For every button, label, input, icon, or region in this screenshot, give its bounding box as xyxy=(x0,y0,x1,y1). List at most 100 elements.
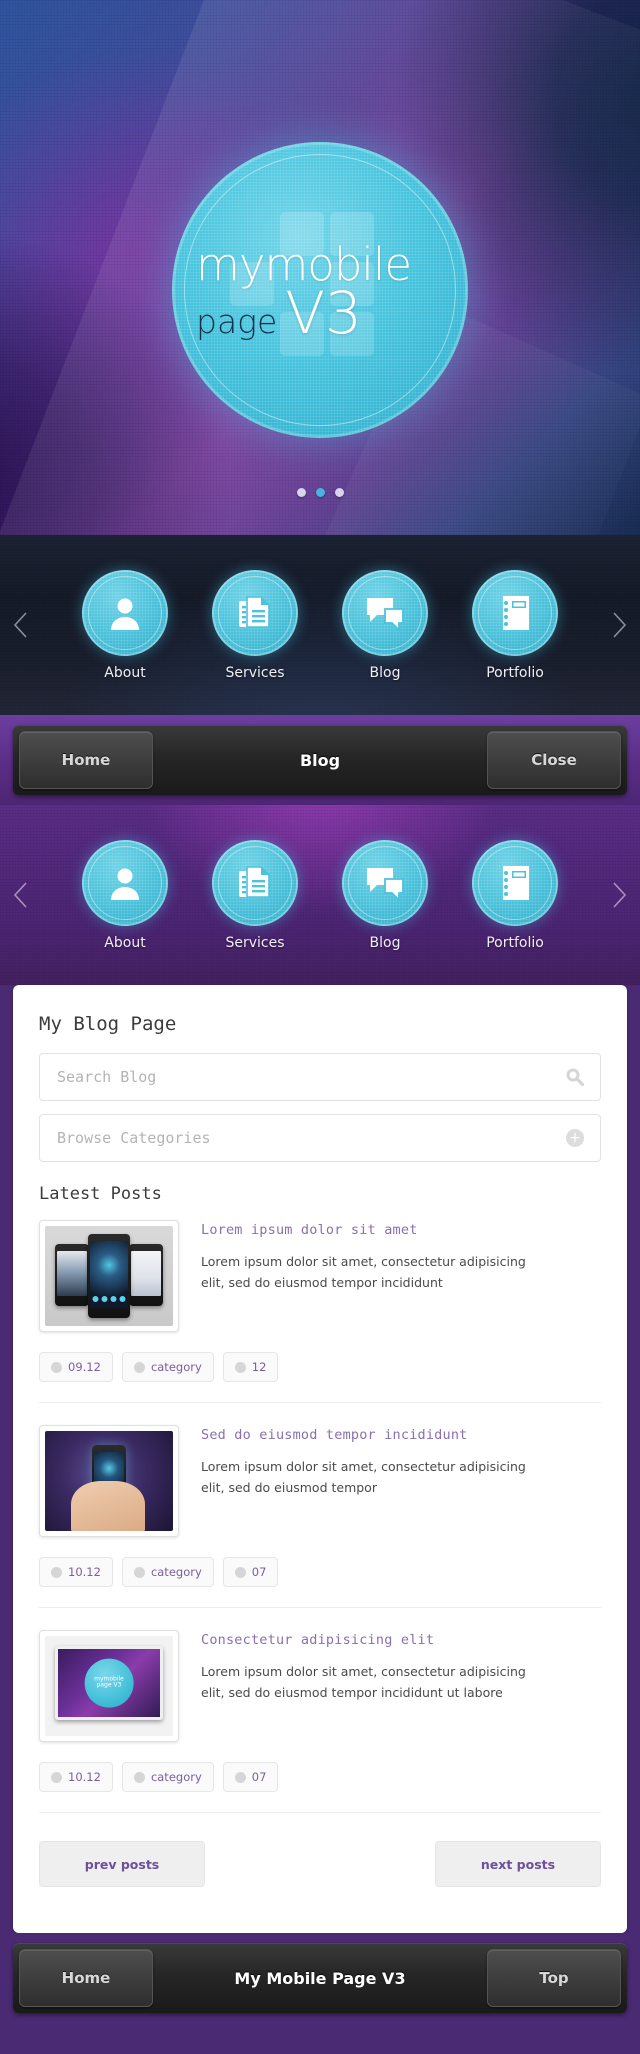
icon-nav-item-blog-2[interactable]: Blog xyxy=(336,839,434,951)
post-date: 10.12 xyxy=(68,1565,101,1579)
icon-nav-item-services[interactable]: Services xyxy=(206,569,304,681)
icon-nav-prev-arrow-2[interactable] xyxy=(6,873,36,917)
search-placeholder: Search Blog xyxy=(57,1068,157,1086)
post-divider xyxy=(39,1402,601,1403)
search-icon[interactable] xyxy=(564,1066,586,1088)
post-title[interactable]: Sed do eiusmod tempor incididunt xyxy=(201,1427,601,1443)
three-phones-image xyxy=(45,1226,173,1326)
logo-wordmark: mymobile page V3 xyxy=(172,142,468,438)
clock-icon xyxy=(51,1771,62,1783)
tablet-logo-image: mymobile page V3 xyxy=(45,1636,173,1736)
post-comments-tag[interactable]: 07 xyxy=(222,1557,279,1587)
icon-nav-items-purple: About Services Blog Portfolio xyxy=(76,839,564,951)
hero-slider[interactable]: mymobile page V3 xyxy=(0,0,640,535)
icon-nav-item-about[interactable]: About xyxy=(76,569,174,681)
slider-dot-2-active[interactable] xyxy=(315,488,325,497)
icon-nav-label: Portfolio xyxy=(486,934,544,951)
person-icon xyxy=(82,839,168,926)
bottom-navbar-title: My Mobile Page V3 xyxy=(234,1968,406,1988)
icon-nav-label: Blog xyxy=(369,664,401,681)
latest-posts-heading: Latest Posts xyxy=(39,1184,162,1204)
icon-nav-purple[interactable]: About Services Blog Portfolio xyxy=(0,805,640,985)
top-navbar: Home Blog Close xyxy=(13,725,627,795)
slider-dot-3[interactable] xyxy=(334,488,344,497)
post-thumbnail[interactable] xyxy=(39,1425,179,1537)
icon-nav-next-arrow[interactable] xyxy=(604,603,634,647)
post-category: category xyxy=(150,1360,202,1374)
post-date: 09.12 xyxy=(68,1360,101,1374)
logo-line-2: page xyxy=(196,302,278,342)
post-date: 10.12 xyxy=(68,1770,101,1784)
post-excerpt: Lorem ipsum dolor sit amet, consectetur … xyxy=(201,1254,526,1290)
plus-circle-icon[interactable]: + xyxy=(564,1127,586,1149)
icon-nav-label: About xyxy=(104,664,146,681)
comment-icon xyxy=(234,1361,246,1373)
icon-nav-label: Services xyxy=(225,934,285,951)
post-category-tag[interactable]: category xyxy=(121,1557,214,1587)
hand-holding-phone-image xyxy=(45,1431,173,1531)
top-navbar-title: Blog xyxy=(299,750,341,770)
post-body: Sed do eiusmod tempor incididunt Lorem i… xyxy=(201,1425,601,1498)
icon-nav-label: About xyxy=(104,934,146,951)
browse-categories-label: Browse Categories xyxy=(57,1129,211,1147)
post-category-tag[interactable]: category xyxy=(121,1352,214,1382)
search-input[interactable]: Search Blog xyxy=(39,1053,601,1101)
close-button[interactable]: Close xyxy=(487,731,621,789)
page-title: My Blog Page xyxy=(39,1013,177,1035)
person-icon xyxy=(82,569,168,656)
home-button-bottom[interactable]: Home xyxy=(19,1949,153,2007)
post-title[interactable]: Lorem ipsum dolor sit amet xyxy=(201,1222,601,1238)
post-comments: 12 xyxy=(251,1360,267,1374)
post-divider xyxy=(39,1607,601,1608)
post-meta-row: 10.12 category 07 xyxy=(39,1557,601,1587)
tablet-frame: mymobile page V3 xyxy=(55,1646,163,1720)
post-excerpt: Lorem ipsum dolor sit amet, consectetur … xyxy=(201,1459,526,1495)
comment-icon xyxy=(234,1771,246,1783)
icon-nav-item-portfolio-2[interactable]: Portfolio xyxy=(466,839,564,951)
post-meta-row: 10.12 category 07 xyxy=(39,1762,601,1792)
post-thumbnail[interactable]: mymobile page V3 xyxy=(39,1630,179,1742)
post-item: Lorem ipsum dolor sit amet Lorem ipsum d… xyxy=(39,1220,601,1332)
post-date-tag[interactable]: 10.12 xyxy=(39,1762,113,1792)
icon-nav-item-services-2[interactable]: Services xyxy=(206,839,304,951)
post-comments: 07 xyxy=(251,1770,267,1784)
home-button-top[interactable]: Home xyxy=(19,731,153,789)
content-wrapper: My Blog Page Search Blog Browse Categori… xyxy=(0,985,640,1933)
hero-logo-badge: mymobile page V3 xyxy=(172,142,468,438)
post-thumbnail[interactable] xyxy=(39,1220,179,1332)
top-button[interactable]: Top xyxy=(487,1949,621,2007)
chat-bubbles-icon xyxy=(342,839,428,926)
slider-dot-1[interactable] xyxy=(296,488,306,497)
icon-nav-item-about-2[interactable]: About xyxy=(76,839,174,951)
icon-nav-items-dark: About Services Blog Portfolio xyxy=(76,569,564,681)
prev-posts-button[interactable]: prev posts xyxy=(39,1841,205,1887)
icon-nav-label: Services xyxy=(225,664,285,681)
notebook-icon xyxy=(472,839,558,926)
folder-icon xyxy=(133,1566,145,1578)
icon-nav-label: Blog xyxy=(369,934,401,951)
browse-categories-select[interactable]: Browse Categories + xyxy=(39,1114,601,1162)
icon-nav-prev-arrow[interactable] xyxy=(6,603,36,647)
icon-nav-next-arrow-2[interactable] xyxy=(604,873,634,917)
icon-nav-item-portfolio[interactable]: Portfolio xyxy=(466,569,564,681)
comment-icon xyxy=(234,1566,246,1578)
slider-pagination[interactable] xyxy=(0,488,640,497)
icon-nav-dark[interactable]: About Services Blog Portfolio xyxy=(0,535,640,715)
post-body: Consectetur adipisicing elit Lorem ipsum… xyxy=(201,1630,601,1703)
post-category: category xyxy=(150,1770,202,1784)
top-bar-wrapper: Home Blog Close xyxy=(0,715,640,805)
post-category-tag[interactable]: category xyxy=(121,1762,214,1792)
folder-icon xyxy=(133,1771,145,1783)
post-excerpt: Lorem ipsum dolor sit amet, consectetur … xyxy=(201,1664,526,1700)
icon-nav-item-blog[interactable]: Blog xyxy=(336,569,434,681)
post-date-tag[interactable]: 09.12 xyxy=(39,1352,113,1382)
folder-icon xyxy=(133,1361,145,1373)
post-body: Lorem ipsum dolor sit amet Lorem ipsum d… xyxy=(201,1220,601,1293)
post-title[interactable]: Consectetur adipisicing elit xyxy=(201,1632,601,1648)
post-comments-tag[interactable]: 07 xyxy=(222,1762,279,1792)
next-posts-button[interactable]: next posts xyxy=(435,1841,601,1887)
clock-icon xyxy=(51,1361,62,1373)
pagination: prev posts next posts xyxy=(39,1841,601,1887)
post-date-tag[interactable]: 10.12 xyxy=(39,1557,113,1587)
post-comments-tag[interactable]: 12 xyxy=(222,1352,279,1382)
